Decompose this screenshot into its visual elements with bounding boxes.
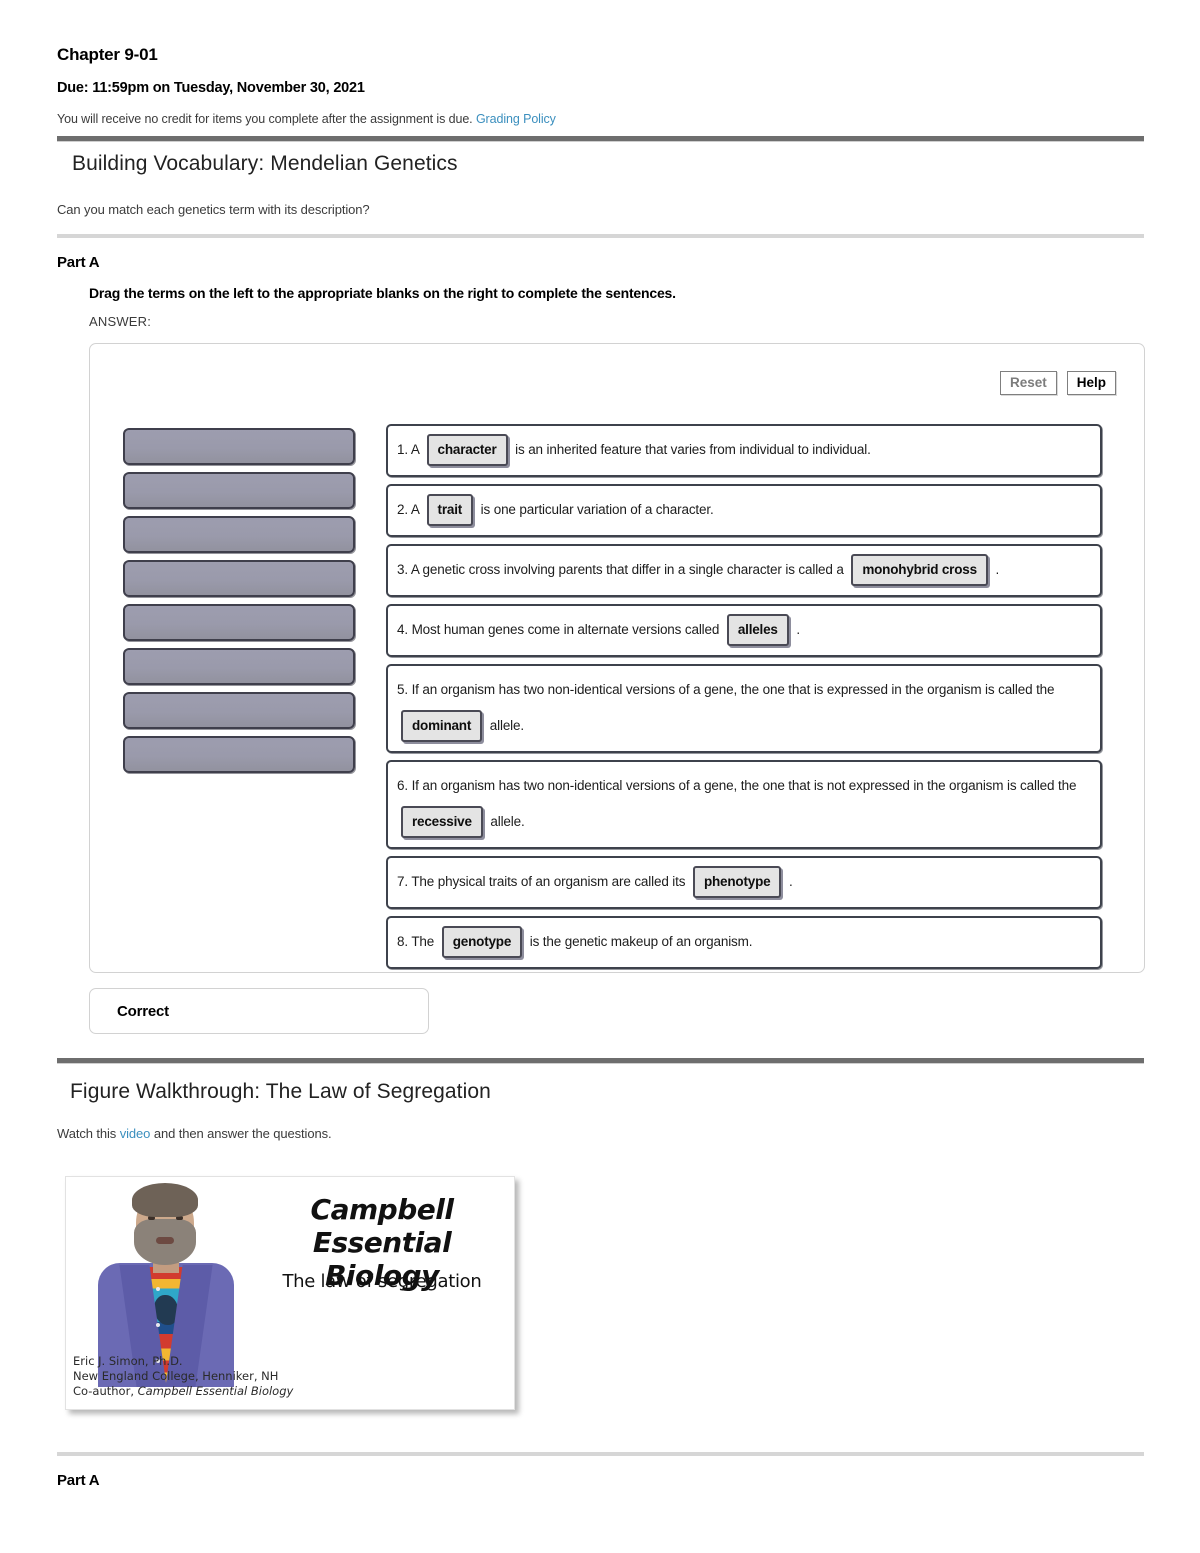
video-credit-name: Eric J. Simon, Ph.D. [73,1354,183,1368]
answer-row[interactable]: 2. A trait is one particular variation o… [386,484,1102,537]
presenter-button-1 [156,1287,160,1291]
answer-row-number: 6. [397,778,412,793]
answer-row-text-before: A genetic cross involving parents that d… [410,562,848,577]
answer-row[interactable]: 8. The genotype is the genetic makeup of… [386,916,1102,969]
answer-row[interactable]: 5. If an organism has two non-identical … [386,664,1102,753]
part-divider-a [57,234,1144,238]
answer-row-text-after: . [792,622,800,637]
answer-row-number: 1. [397,442,411,457]
grading-policy-link[interactable]: Grading Policy [476,112,556,126]
video-credit-coauthor: Co-author, Campbell Essential Biology [73,1384,293,1399]
answer-row-text-after: is one particular variation of a charact… [477,502,714,517]
answer-row-text-after: . [785,874,793,889]
section-heading-figure-walkthrough: Figure Walkthrough: The Law of Segregati… [70,1080,491,1103]
answer-label: ANSWER: [89,314,152,329]
video-title-line1: Campbell [310,1193,454,1226]
answer-chip[interactable]: alleles [726,614,789,647]
assignment-page: Chapter 9-01 Due: 11:59pm on Tuesday, No… [0,0,1200,1553]
presenter-hair [132,1183,198,1217]
answer-row-text-before: If an organism has two non-identical ver… [411,682,1055,697]
term-bank-slot[interactable] [123,692,355,729]
help-button[interactable]: Help [1066,371,1116,395]
term-bank-slot[interactable] [123,648,355,685]
term-bank [123,428,355,780]
coauthor-prefix: Co-author, [73,1384,138,1398]
term-bank-slot[interactable] [123,560,355,597]
answer-chip[interactable]: monohybrid cross [851,554,988,587]
answer-row-text-before: If an organism has two non-identical ver… [411,778,1077,793]
answer-chip[interactable]: phenotype [692,866,782,899]
watch-text-suffix: and then answer the questions. [150,1126,332,1141]
term-bank-slot[interactable] [123,472,355,509]
section-intro-figure-walkthrough: Watch this video and then answer the que… [57,1126,332,1141]
answer-row-text-after: is an inherited feature that varies from… [511,442,871,457]
answer-row-number: 2. [397,502,411,517]
assignment-title: Chapter 9-01 [57,45,158,64]
section-intro-building-vocabulary: Can you match each genetics term with it… [57,202,370,217]
answer-rows: 1. A character is an inherited feature t… [386,424,1102,976]
answer-row-number: 3. [397,562,411,577]
part-a-label-bottom: Part A [57,1472,100,1489]
answer-row[interactable]: 6. If an organism has two non-identical … [386,760,1102,849]
answer-row-text-after: . [991,562,1000,577]
video-credit-affiliation: New England College, Henniker, NH [73,1369,279,1383]
answer-row-text-before: The [411,934,438,949]
video-subtitle: The law of segregation [282,1271,482,1292]
video-credit: Eric J. Simon, Ph.D. New England College… [73,1354,293,1399]
answer-row-text-after: is the genetic makeup of an organism. [526,934,753,949]
section-heading-building-vocabulary: Building Vocabulary: Mendelian Genetics [72,152,458,175]
video-thumbnail[interactable]: Campbell Essential Biology The law of se… [65,1176,515,1410]
presenter-mouth [156,1237,174,1244]
answer-row-number: 5. [397,682,412,697]
drag-and-drop-panel: Reset Help 1. A character is an inherite… [89,343,1145,973]
video-link[interactable]: video [120,1126,151,1141]
section-divider-top [57,136,1144,142]
answer-chip[interactable]: character [426,434,508,467]
answer-chip[interactable]: dominant [401,710,483,743]
answer-chip[interactable]: recessive [401,806,483,839]
answer-row[interactable]: 3. A genetic cross involving parents tha… [386,544,1102,597]
assignment-due-date: Due: 11:59pm on Tuesday, November 30, 20… [57,80,365,96]
answer-row[interactable]: 4. Most human genes come in alternate ve… [386,604,1102,657]
reset-button[interactable]: Reset [999,371,1057,395]
part-a-prompt: Drag the terms on the left to the approp… [89,285,676,301]
status-badge: Correct [117,1002,169,1020]
answer-row-text-before: Most human genes come in alternate versi… [411,622,723,637]
term-bank-slot[interactable] [123,428,355,465]
answer-row-number: 8. [397,934,412,949]
watch-text-prefix: Watch this [57,1126,120,1141]
answer-chip[interactable]: trait [426,494,474,527]
part-divider-b [57,1452,1144,1456]
presenter-button-2 [156,1323,160,1327]
term-bank-slot[interactable] [123,604,355,641]
answer-row[interactable]: 7. The physical traits of an organism ar… [386,856,1102,909]
answer-row-text-before: A [410,502,423,517]
answer-row-number: 7. [397,874,412,889]
status-correct-box: Correct [89,988,429,1034]
part-a-label: Part A [57,254,100,271]
answer-row-number: 4. [397,622,412,637]
coauthor-book-title: Campbell Essential Biology [137,1384,294,1398]
answer-row-text-after: allele. [486,814,525,829]
section-divider-middle [57,1058,1144,1064]
answer-row[interactable]: 1. A character is an inherited feature t… [386,424,1102,477]
dnd-toolbar: Reset Help [999,371,1116,395]
presenter-illustration [84,1183,249,1387]
answer-chip[interactable]: genotype [441,926,523,959]
term-bank-slot[interactable] [123,736,355,773]
term-bank-slot[interactable] [123,516,355,553]
credit-note-text: You will receive no credit for items you… [57,112,473,126]
answer-row-text-after: allele. [486,718,524,733]
assignment-credit-note: You will receive no credit for items you… [57,112,556,126]
answer-row-text-before: A [410,442,423,457]
answer-row-text-before: The physical traits of an organism are c… [411,874,689,889]
